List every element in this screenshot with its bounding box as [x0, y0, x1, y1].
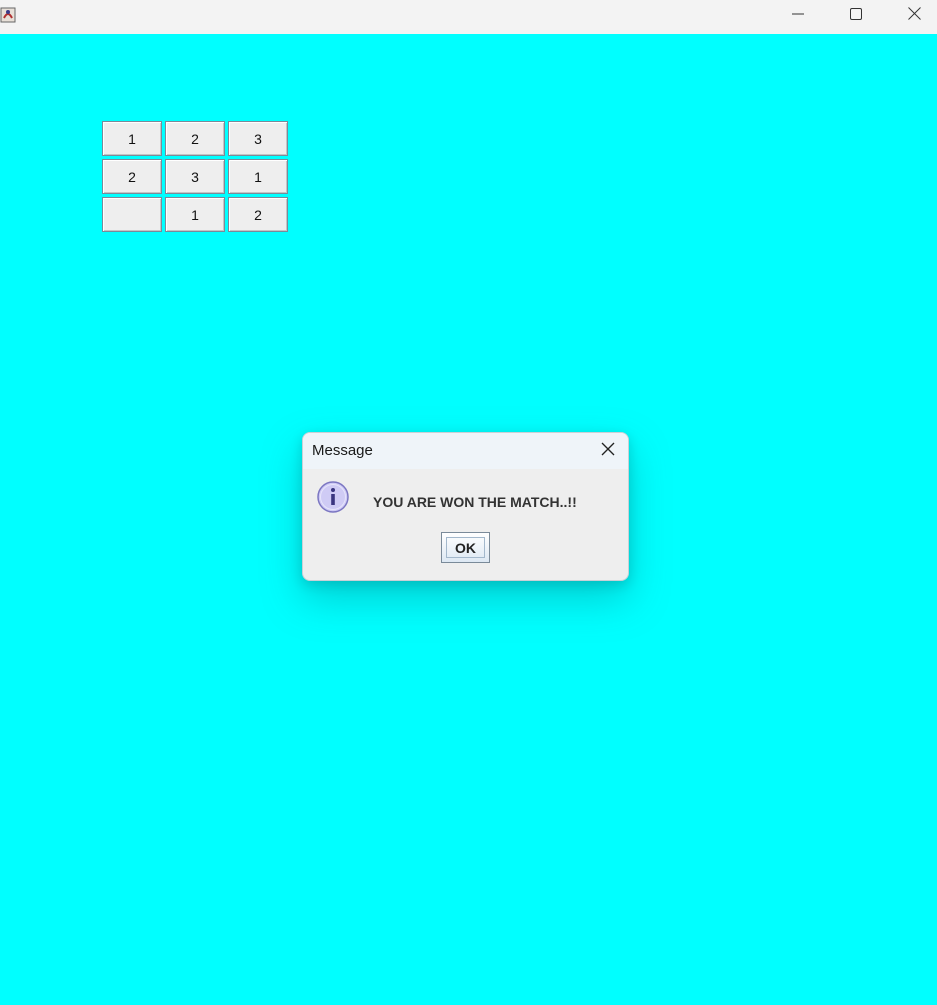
board-cell-r2-c2[interactable]: 3	[165, 159, 225, 194]
dialog-title: Message	[312, 442, 373, 459]
board-cell-r1-c1[interactable]: 1	[102, 121, 162, 156]
minimize-icon	[792, 7, 804, 25]
board-cell-r2-c1[interactable]: 2	[102, 159, 162, 194]
board-cell-r2-c3[interactable]: 1	[228, 159, 288, 194]
dialog-message: YOU ARE WON THE MATCH..!!	[373, 494, 577, 510]
dialog-titlebar: Message	[303, 433, 628, 469]
info-icon	[316, 480, 350, 514]
java-app-icon	[0, 6, 16, 24]
message-dialog: Message YOU ARE WON THE MATCH..!! OK	[302, 432, 629, 581]
board-cell-r3-c2[interactable]: 1	[165, 197, 225, 232]
close-button[interactable]	[885, 0, 937, 32]
maximize-button[interactable]	[827, 0, 885, 32]
maximize-icon	[850, 7, 862, 25]
minimize-button[interactable]	[769, 0, 827, 32]
game-window: 1 2 3 2 3 1 1 2 Message YOU ARE WON THE …	[0, 0, 937, 1005]
dialog-close-button[interactable]	[596, 439, 620, 463]
close-icon	[601, 442, 615, 461]
close-icon	[907, 7, 921, 25]
window-titlebar	[0, 0, 937, 34]
ok-button-label: OK	[455, 539, 476, 556]
ok-button[interactable]: OK	[441, 532, 490, 563]
board-cell-r3-c1[interactable]	[102, 197, 162, 232]
board-cell-r3-c3[interactable]: 2	[228, 197, 288, 232]
board-cell-r1-c3[interactable]: 3	[228, 121, 288, 156]
board-cell-r1-c2[interactable]: 2	[165, 121, 225, 156]
